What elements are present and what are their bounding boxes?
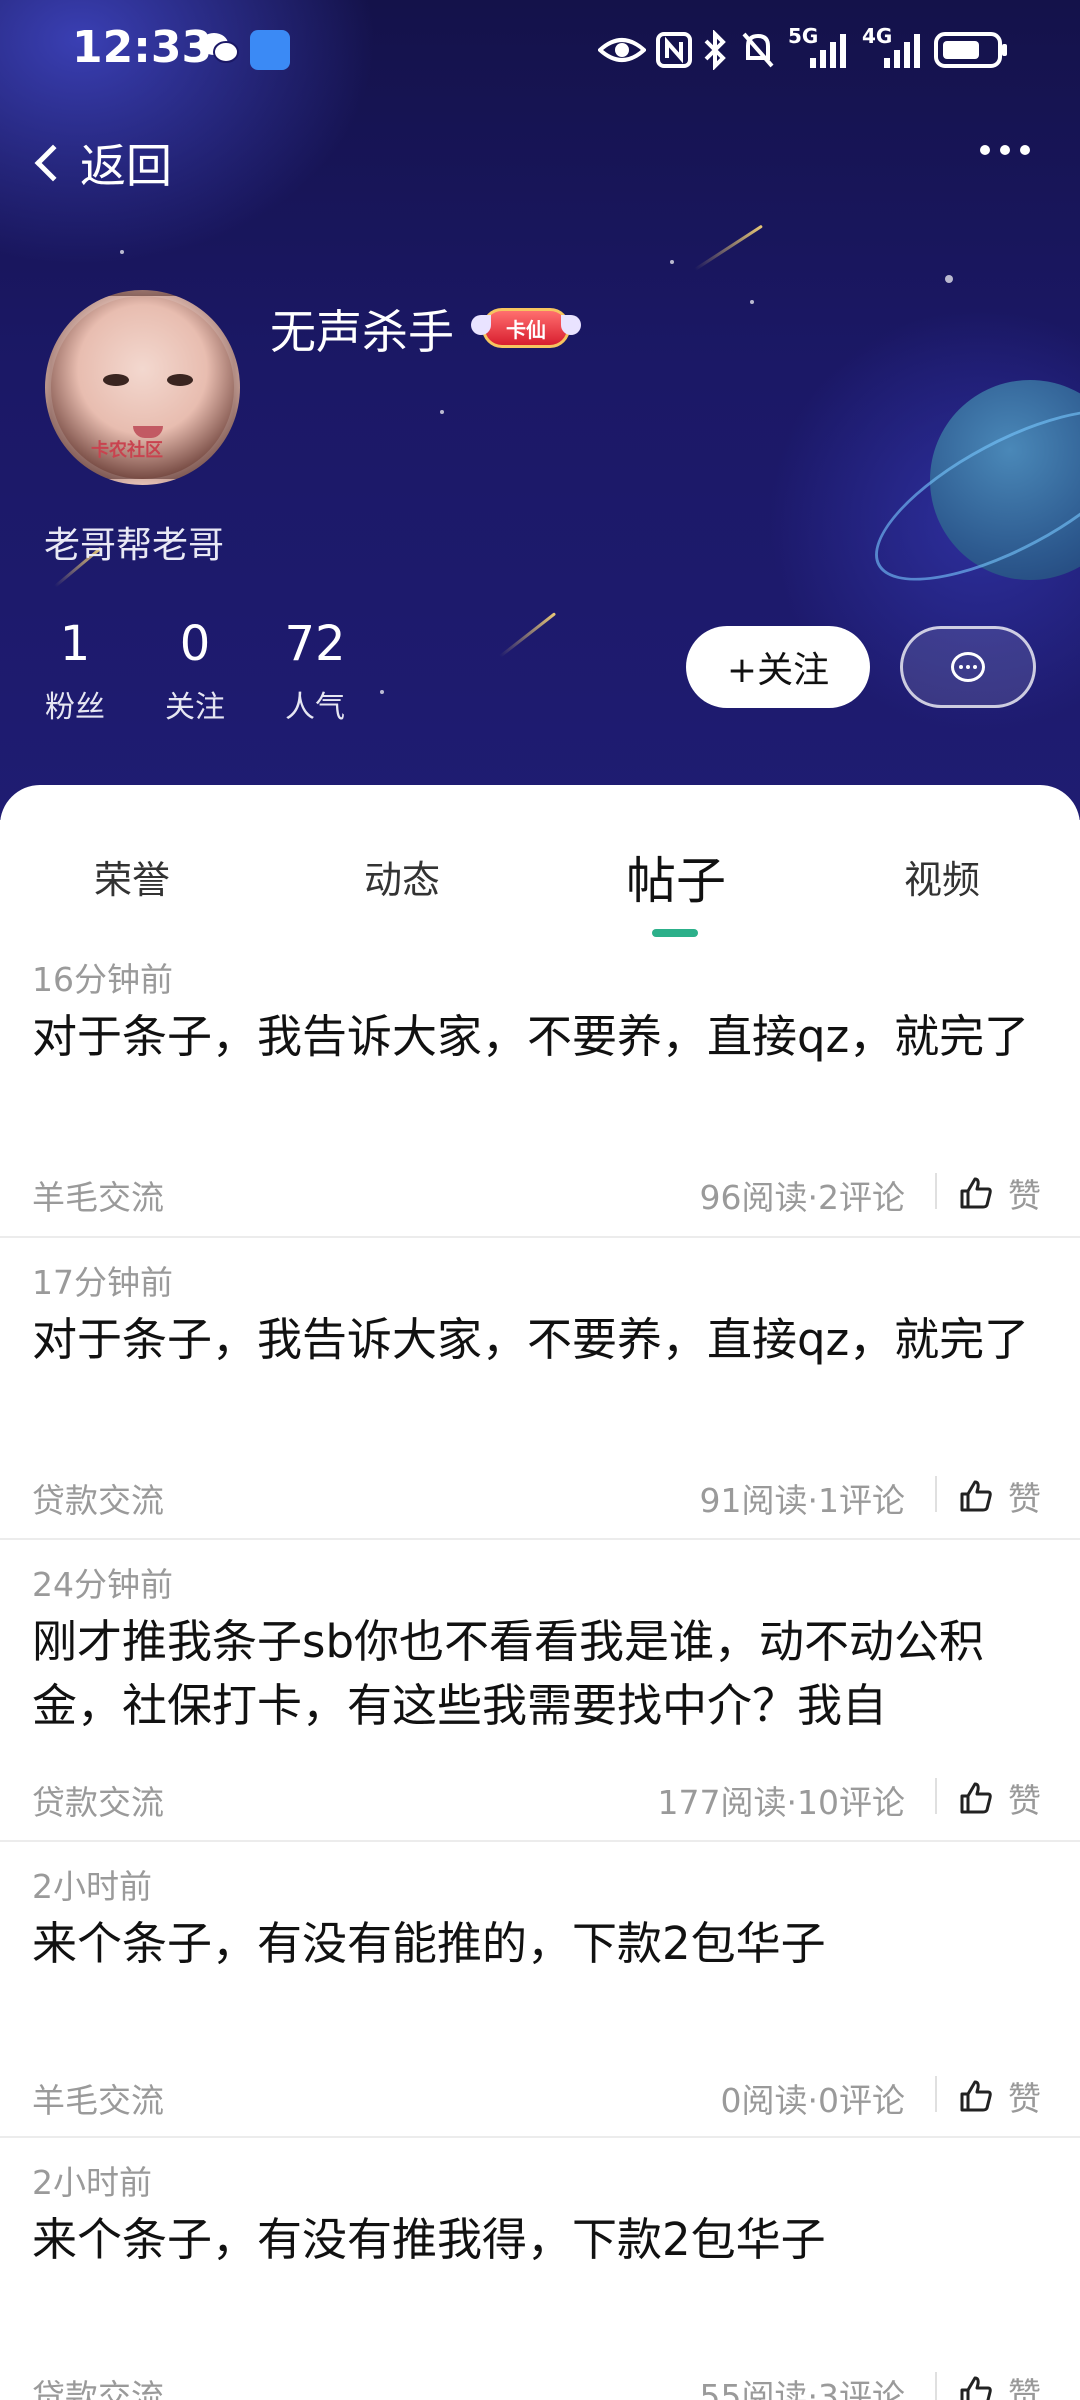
thumbs-up-icon [960,2080,992,2112]
post-stats: 91阅读·1评论 [699,1481,905,1520]
message-button[interactable] [900,626,1036,708]
post-stats: 177阅读·10评论 [657,1783,905,1822]
like-button[interactable]: 赞 [958,2072,1041,2120]
divider [935,1476,937,1512]
post-item[interactable]: 17分钟前 对于条子，我告诉大家，不要养，直接qz，就完了 贷款交流 91阅读·… [0,1238,1080,1540]
5g-signal-icon [808,30,848,70]
like-label: 赞 [1008,2375,1041,2400]
stat-following[interactable]: 0 关注 [140,614,250,726]
star-decoration [945,275,953,283]
stat-fans[interactable]: 1 粉丝 [20,614,130,726]
bluetooth-icon [702,29,728,71]
stat-value: 1 [59,616,91,672]
status-time: 12:33 [72,22,213,73]
avatar-watermark: 卡农社区 [91,440,163,461]
post-time: 16分钟前 [32,960,173,999]
star-decoration [670,260,674,264]
divider [935,1173,937,1209]
eye-icon [597,30,647,70]
thumbs-up-icon [960,1782,992,1814]
like-label: 赞 [1008,2079,1041,2118]
post-category[interactable]: 贷款交流 [32,1776,164,1824]
mute-icon [740,30,776,70]
avatar[interactable]: 卡农社区 [45,290,240,485]
post-item[interactable]: 16分钟前 对于条子，我告诉大家，不要养，直接qz，就完了 羊毛交流 96阅读·… [0,935,1080,1238]
like-button[interactable]: 赞 [958,1472,1041,1520]
divider [935,2372,937,2400]
more-dots-icon[interactable] [980,145,1030,155]
post-category[interactable]: 羊毛交流 [32,1171,164,1219]
post-category[interactable]: 贷款交流 [32,1474,164,1522]
post-time: 24分钟前 [32,1565,173,1604]
post-time: 2小时前 [32,1867,152,1906]
thumbs-up-icon [960,1480,992,1512]
shooting-star-decoration [499,612,557,658]
post-title[interactable]: 刚才推我条子sb你也不看看我是谁，动不动公积金，社保打卡，有这些我需要找中介？我… [32,1610,1052,1738]
post-title[interactable]: 对于条子，我告诉大家，不要养，直接qz，就完了 [32,1308,1052,1372]
like-button[interactable]: 赞 [958,1774,1041,1822]
post-time: 17分钟前 [32,1263,173,1302]
battery-icon [934,30,1010,70]
star-decoration [440,410,444,414]
post-category[interactable]: 贷款交流 [32,2370,164,2400]
thumbs-up-icon [960,2376,992,2400]
divider [935,1778,937,1814]
4g-signal-icon [882,30,922,70]
tab-videos[interactable]: 视频 [904,849,980,904]
like-button[interactable]: 赞 [958,2368,1041,2400]
stat-label: 粉丝 [45,690,105,725]
post-stats: 0阅读·0评论 [720,2081,905,2120]
post-title[interactable]: 来个条子，有没有推我得，下款2包华子 [32,2208,1052,2272]
level-badge[interactable]: 卡仙 [471,308,570,348]
star-decoration [750,300,754,304]
stat-popularity[interactable]: 72 人气 [260,614,370,726]
post-category[interactable]: 羊毛交流 [32,2074,164,2122]
post-title[interactable]: 来个条子，有没有能推的，下款2包华子 [32,1912,1052,1976]
chevron-left-icon [34,144,72,182]
divider [935,2076,937,2112]
back-button[interactable]: 返回 [30,128,172,198]
status-bar: 12:33 5G 4G [0,0,1080,100]
tab-honor[interactable]: 荣誉 [94,849,170,904]
follow-button[interactable]: +关注 [686,626,870,708]
post-stats: 55阅读·3评论 [699,2377,905,2400]
post-item[interactable]: 2小时前 来个条子，有没有推我得，下款2包华子 贷款交流 55阅读·3评论 赞 [0,2138,1080,2400]
thumbs-up-icon [960,1177,992,1209]
profile-bio: 老哥帮老哥 [44,525,225,566]
level-badge-label: 卡仙 [506,317,546,342]
like-label: 赞 [1008,1479,1041,1518]
tab-posts[interactable]: 帖子 [626,841,726,913]
tab-activity[interactable]: 动态 [364,849,440,904]
wechat-icon [198,30,240,70]
like-button[interactable]: 赞 [958,1169,1041,1217]
post-time: 2小时前 [32,2163,152,2202]
tab-bar: 荣誉 动态 帖子 视频 [0,785,1080,937]
profile-name: 无声杀手 [270,305,454,359]
post-stats: 96阅读·2评论 [699,1178,905,1217]
post-item[interactable]: 24分钟前 刚才推我条子sb你也不看看我是谁，动不动公积金，社保打卡，有这些我需… [0,1540,1080,1842]
back-label: 返回 [80,139,172,193]
post-item[interactable]: 2小时前 来个条子，有没有能推的，下款2包华子 羊毛交流 0阅读·0评论 赞 [0,1842,1080,2138]
star-decoration [380,690,384,694]
like-label: 赞 [1008,1781,1041,1820]
app-store-icon [250,30,290,70]
post-title[interactable]: 对于条子，我告诉大家，不要养，直接qz，就完了 [32,1005,1052,1069]
stat-value: 0 [179,616,211,672]
like-label: 赞 [1008,1176,1041,1215]
stat-label: 关注 [165,690,225,725]
star-decoration [120,250,124,254]
nfc-icon [656,30,692,70]
shooting-star-decoration [694,224,763,271]
content-sheet: 荣誉 动态 帖子 视频 16分钟前 对于条子，我告诉大家，不要养，直接qz，就完… [0,785,1080,2400]
chat-bubble-icon [951,652,985,682]
stat-label: 人气 [285,690,345,725]
stat-value: 72 [284,616,346,672]
